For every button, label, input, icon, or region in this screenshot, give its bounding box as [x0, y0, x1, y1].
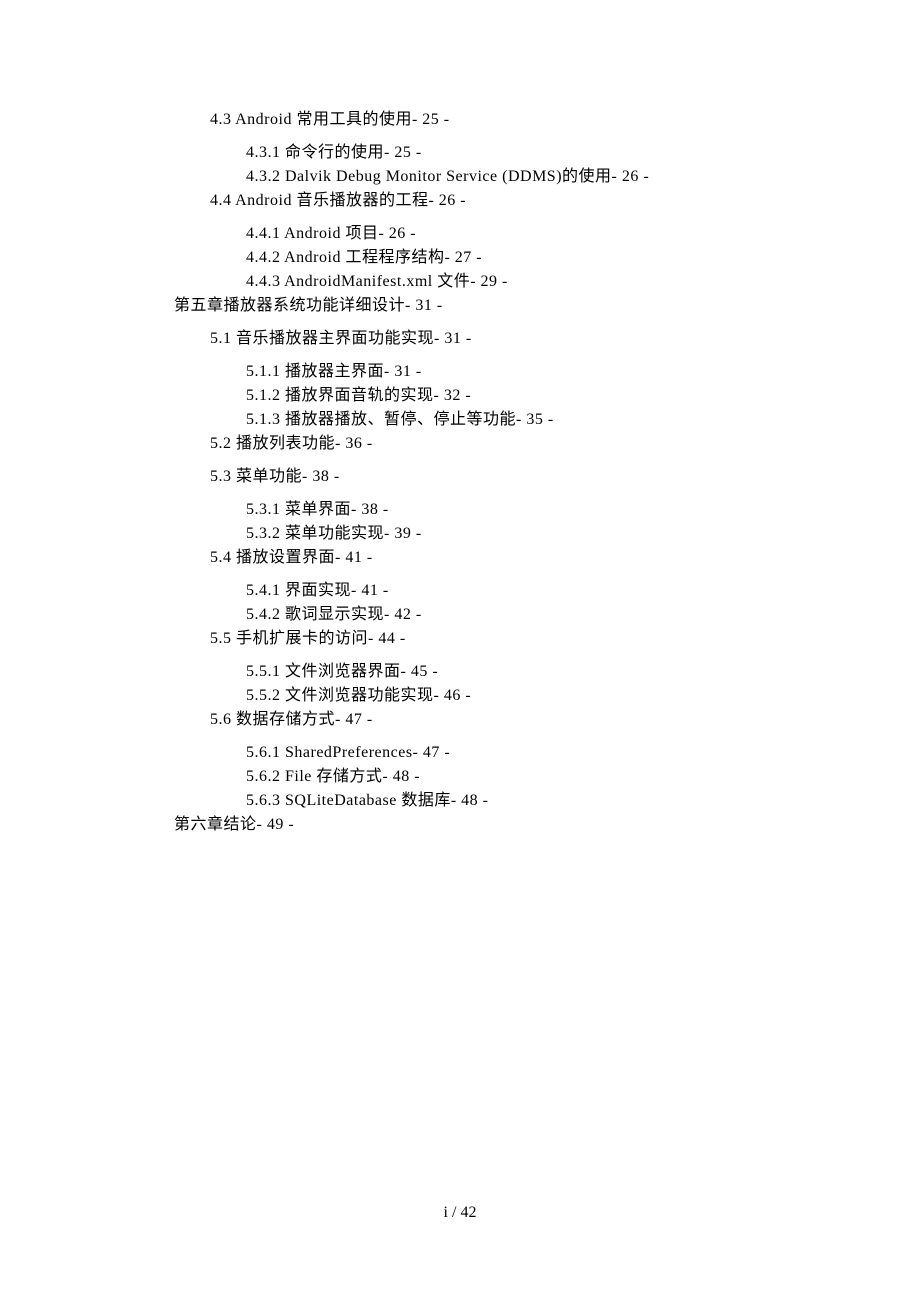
toc-spacer [174, 732, 820, 741]
toc-entry: 5.3.2 菜单功能实现- 39 - [246, 522, 820, 546]
toc-entry: 5.4 播放设置界面- 41 - [210, 546, 820, 570]
toc-entry: 4.3 Android 常用工具的使用- 25 - [210, 108, 820, 132]
toc-entry: 5.3 菜单功能- 38 - [210, 465, 820, 489]
toc-entry: 5.1.3 播放器播放、暂停、停止等功能- 35 - [246, 408, 820, 432]
toc-entry: 4.3.2 Dalvik Debug Monitor Service (DDMS… [246, 165, 820, 189]
toc-spacer [174, 651, 820, 660]
toc-entry: 5.5.2 文件浏览器功能实现- 46 - [246, 684, 820, 708]
toc-entry: 5.2 播放列表功能- 36 - [210, 432, 820, 456]
toc-entry: 第五章播放器系统功能详细设计- 31 - [174, 294, 820, 318]
toc-entry: 5.6.3 SQLiteDatabase 数据库- 48 - [246, 789, 820, 813]
toc-entry: 4.4.2 Android 工程程序结构- 27 - [246, 246, 820, 270]
toc-entry: 5.6.2 File 存储方式- 48 - [246, 765, 820, 789]
toc-spacer [174, 132, 820, 141]
toc-entry: 5.5.1 文件浏览器界面- 45 - [246, 660, 820, 684]
toc-entry: 5.3.1 菜单界面- 38 - [246, 498, 820, 522]
page-footer: i / 42 [0, 1204, 920, 1222]
toc-spacer [174, 318, 820, 327]
toc-entry: 4.4 Android 音乐播放器的工程- 26 - [210, 189, 820, 213]
toc-entry: 5.5 手机扩展卡的访问- 44 - [210, 627, 820, 651]
toc-spacer [174, 489, 820, 498]
toc-entry: 5.1 音乐播放器主界面功能实现- 31 - [210, 327, 820, 351]
toc-entry: 4.4.1 Android 项目- 26 - [246, 222, 820, 246]
toc-entry: 5.6 数据存储方式- 47 - [210, 708, 820, 732]
toc-spacer [174, 456, 820, 465]
toc-entry: 4.3.1 命令行的使用- 25 - [246, 141, 820, 165]
toc-spacer [174, 213, 820, 222]
toc-spacer [174, 351, 820, 360]
table-of-contents: 4.3 Android 常用工具的使用- 25 - 4.3.1 命令行的使用- 2… [174, 108, 820, 837]
toc-entry: 4.4.3 AndroidManifest.xml 文件- 29 - [246, 270, 820, 294]
toc-entry: 5.4.2 歌词显示实现- 42 - [246, 603, 820, 627]
toc-entry: 5.4.1 界面实现- 41 - [246, 579, 820, 603]
toc-spacer [174, 570, 820, 579]
toc-entry: 5.1.1 播放器主界面- 31 - [246, 360, 820, 384]
toc-entry: 第六章结论- 49 - [174, 813, 820, 837]
toc-entry: 5.1.2 播放界面音轨的实现- 32 - [246, 384, 820, 408]
toc-entry: 5.6.1 SharedPreferences- 47 - [246, 741, 820, 765]
